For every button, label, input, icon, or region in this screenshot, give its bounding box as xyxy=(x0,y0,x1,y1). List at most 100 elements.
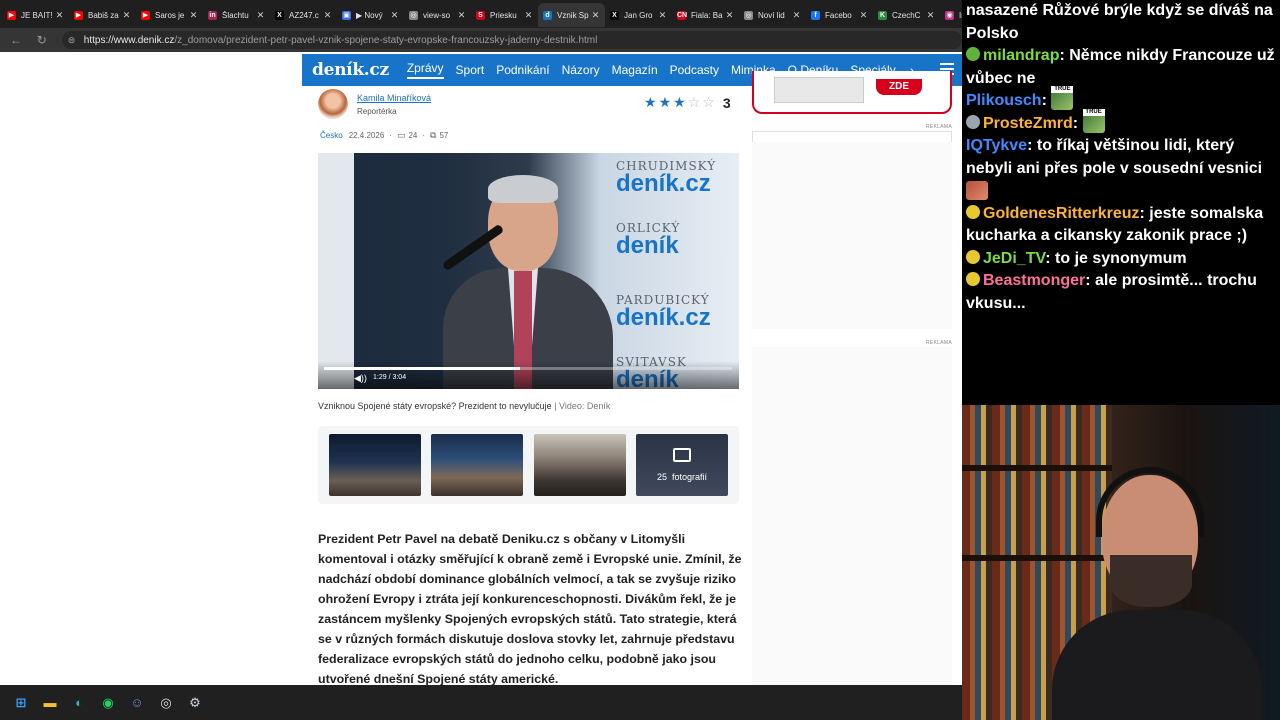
chat-username[interactable]: JeDi_TV xyxy=(983,250,1045,267)
browser-tab[interactable]: X Jan Gro ✕ xyxy=(605,3,672,27)
browser-tab[interactable]: ▶ Saros je ✕ xyxy=(136,3,203,27)
ad-device-image xyxy=(774,77,864,103)
tab-title: Facebo xyxy=(825,10,852,20)
address-bar[interactable]: ⊜ https://www.denik.cz/z_domova/preziden… xyxy=(61,31,962,49)
gallery-more-button[interactable]: 25 fotografií xyxy=(636,434,728,496)
discord-icon[interactable]: ☺ xyxy=(126,692,148,714)
browser-tab[interactable]: S Priesku ✕ xyxy=(471,3,538,27)
site-info-icon[interactable]: ⊜ xyxy=(68,35,78,45)
nav-item[interactable]: Magazín xyxy=(612,63,658,77)
tab-title: Šlachtu xyxy=(222,10,249,20)
tab-title: ▶ Nový xyxy=(356,10,383,20)
close-tab-icon[interactable]: ✕ xyxy=(926,10,935,21)
star-icon[interactable]: ★ xyxy=(644,94,657,111)
chat-message: ProsteZmrd: TRUE xyxy=(966,108,1280,136)
author-name-link[interactable]: Kamila Minaříková xyxy=(357,93,431,103)
browser-tab[interactable]: ▶ JE BAIT! ✕ xyxy=(2,3,69,27)
top-banner-ad[interactable]: ZDE xyxy=(752,71,952,114)
browser-tab[interactable]: d Vznik Sp ✕ xyxy=(538,3,605,27)
browser-toolbar: ← ↻ ⊜ https://www.denik.cz/z_domova/prez… xyxy=(0,28,962,52)
chat-emote-icon: TRUE xyxy=(1051,86,1074,111)
tab-favicon-icon: ▶ xyxy=(141,10,150,20)
browser-tab[interactable]: ▶ Babiš za ✕ xyxy=(69,3,136,27)
share-icon[interactable]: ⧉ xyxy=(430,130,436,141)
chat-username[interactable]: Beastmonger xyxy=(983,272,1085,289)
chat-badge-icon xyxy=(966,272,980,286)
close-tab-icon[interactable]: ✕ xyxy=(256,10,265,21)
close-tab-icon[interactable]: ✕ xyxy=(390,10,399,21)
star-icon[interactable]: ★ xyxy=(659,94,672,111)
volume-icon[interactable]: ◀)) xyxy=(354,373,367,384)
chat-username[interactable]: milandrap xyxy=(983,47,1059,64)
close-tab-icon[interactable]: ✕ xyxy=(792,10,801,21)
obs-icon[interactable]: ◎ xyxy=(155,692,177,714)
browser-tab[interactable]: ◎ Noví lid ✕ xyxy=(739,3,806,27)
gallery-thumbnail[interactable] xyxy=(534,434,626,496)
rating-count: 3 xyxy=(722,94,731,111)
author-avatar[interactable] xyxy=(318,89,348,119)
close-tab-icon[interactable]: ✕ xyxy=(189,10,198,21)
windows-start-icon[interactable]: ⊞ xyxy=(10,692,32,714)
nav-item[interactable]: Podcasty xyxy=(670,63,719,77)
close-tab-icon[interactable]: ✕ xyxy=(859,10,868,21)
tab-title: Jan Gro xyxy=(624,10,653,20)
gallery-thumbnail[interactable] xyxy=(329,434,421,496)
nav-item[interactable]: Podnikání xyxy=(496,63,549,77)
site-logo[interactable]: deník.cz xyxy=(312,60,389,80)
star-icon[interactable]: ☆ xyxy=(688,94,701,111)
reload-icon[interactable]: ↻ xyxy=(32,30,52,50)
spotify-icon[interactable]: ◉ xyxy=(97,692,119,714)
nav-item[interactable]: Názory xyxy=(562,63,600,77)
chat-username[interactable]: GoldenesRitterkreuz xyxy=(983,205,1139,222)
chat-username[interactable]: ProsteZmrd xyxy=(983,115,1073,132)
browser-tab[interactable]: f Facebo ✕ xyxy=(806,3,873,27)
close-tab-icon[interactable]: ✕ xyxy=(591,10,600,21)
caption-text: Vzniknou Spojené státy evropské? Prezide… xyxy=(318,401,552,411)
close-tab-icon[interactable]: ✕ xyxy=(524,10,533,21)
sidebar-ad-slot[interactable] xyxy=(752,347,952,685)
share-count[interactable]: 57 xyxy=(439,131,448,140)
sidebar-ad-slot[interactable] xyxy=(752,142,952,329)
chat-username[interactable]: IQTykve xyxy=(966,137,1027,154)
author-role: Reportérka xyxy=(357,106,397,116)
chat-message: Plikousch: TRUE xyxy=(966,86,1280,113)
close-tab-icon[interactable]: ✕ xyxy=(122,10,131,21)
close-tab-icon[interactable]: ✕ xyxy=(725,10,734,21)
browser-tab[interactable]: ◉Ir✕ xyxy=(940,3,962,27)
nav-item[interactable]: Zprávy xyxy=(406,61,444,79)
tab-favicon-icon: ◉ xyxy=(945,10,954,20)
video-controls[interactable]: ◀)) 1:29 / 3:04 xyxy=(318,361,739,389)
browser-tab[interactable]: K CzechC ✕ xyxy=(873,3,940,27)
category-link[interactable]: Česko xyxy=(320,131,343,140)
browser-tab[interactable]: ▣ ▶ Nový ✕ xyxy=(337,3,404,27)
close-tab-icon[interactable]: ✕ xyxy=(323,10,332,21)
close-tab-icon[interactable]: ✕ xyxy=(55,10,64,21)
chat-username[interactable]: Plikousch xyxy=(966,92,1042,109)
chat-badge-icon xyxy=(966,204,980,219)
close-tab-icon[interactable]: ✕ xyxy=(658,10,667,21)
star-icon[interactable]: ☆ xyxy=(702,94,715,111)
video-progress-bar[interactable] xyxy=(324,367,732,370)
browser-tab[interactable]: X AZ247.c ✕ xyxy=(270,3,337,27)
star-icon[interactable]: ★ xyxy=(673,94,686,111)
headphones-icon xyxy=(1096,467,1204,537)
video-player[interactable]: CHRUDIMSKÝ deník.cz ORLICKÝ deník PARDUBICKÝ… xyxy=(318,153,739,389)
edge-browser-icon[interactable]: ◐ xyxy=(68,692,90,714)
comments-count[interactable]: 24 xyxy=(408,131,417,140)
comments-icon[interactable]: ▭ xyxy=(397,130,406,141)
browser-tab[interactable]: ◎ view-so ✕ xyxy=(404,3,471,27)
browser-tab[interactable]: in Šlachtu ✕ xyxy=(203,3,270,27)
back-icon[interactable]: ← xyxy=(6,30,26,50)
tab-favicon-icon: K xyxy=(878,10,887,20)
meta-separator: · xyxy=(389,131,392,140)
file-explorer-icon[interactable]: ▬ xyxy=(39,692,61,714)
ad-cta-button[interactable]: ZDE xyxy=(876,79,922,95)
ad-label: REKLAMA xyxy=(926,340,952,346)
article-rating[interactable]: ★ ★ ★ ☆ ☆ 3 xyxy=(644,94,731,111)
steam-icon[interactable]: ⚙ xyxy=(184,692,206,714)
gallery-thumbnail[interactable] xyxy=(431,434,523,496)
close-tab-icon[interactable]: ✕ xyxy=(457,10,466,21)
nav-item[interactable]: Sport xyxy=(456,63,485,77)
article-meta: Česko 22.4.2026 · ▭ 24 · ⧉ 57 xyxy=(320,130,448,141)
browser-tab[interactable]: CN Fiala: Ba ✕ xyxy=(672,3,739,27)
